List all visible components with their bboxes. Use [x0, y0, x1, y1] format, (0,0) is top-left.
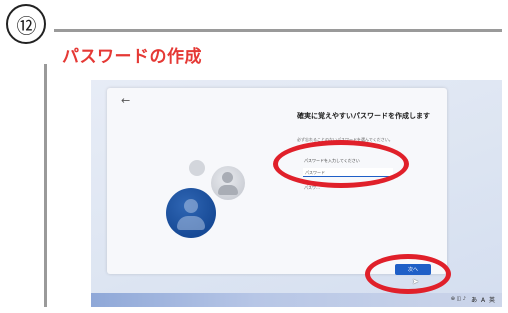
header-divider	[54, 29, 502, 32]
section-title: パスワードの作成	[62, 47, 202, 67]
avatar-head	[222, 172, 233, 183]
dialog-title: 確実に覚えやすいパスワードを作成します	[297, 112, 430, 120]
taskbar: ⊕ ◫ ♪ あ A 英	[91, 293, 502, 307]
avatar-head	[184, 199, 198, 213]
decorative-circle-small	[189, 160, 205, 176]
avatar-body	[177, 216, 205, 230]
highlight-next-oval	[365, 254, 451, 294]
user-avatar-icon-blue	[166, 188, 216, 238]
step-number-badge: ⑫	[6, 4, 46, 44]
highlight-password-oval	[273, 140, 409, 188]
avatar-body	[218, 185, 238, 195]
left-rule-divider	[44, 64, 47, 307]
ime-indicator[interactable]: あ A 英	[471, 295, 496, 304]
system-tray-icons[interactable]: ⊕ ◫ ♪	[451, 296, 466, 302]
back-arrow-icon[interactable]: ←	[121, 94, 130, 107]
user-avatar-icon-gray	[211, 166, 245, 200]
setup-dialog: ← 確実に覚えやすいパスワードを作成します 必ず忘れることのないパスワードを選ん…	[107, 88, 447, 286]
